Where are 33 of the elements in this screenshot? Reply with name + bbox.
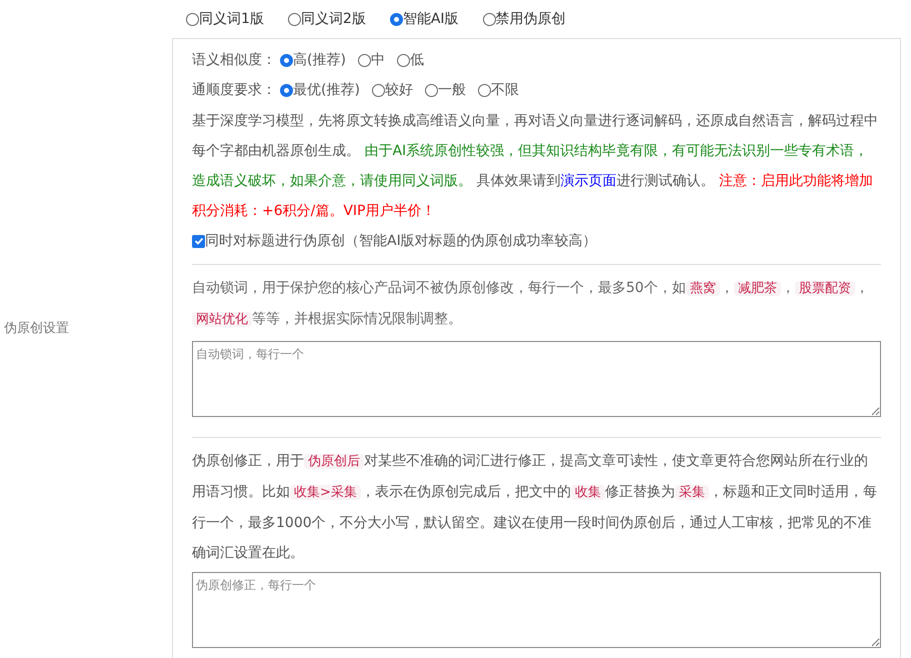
radio-label[interactable]: 一般 bbox=[438, 80, 466, 100]
radio-label[interactable]: 同义词2版 bbox=[300, 8, 366, 30]
radio-button[interactable] bbox=[390, 12, 403, 26]
radio-label[interactable]: 中 bbox=[370, 50, 385, 70]
radio-label[interactable]: 不限 bbox=[490, 80, 519, 100]
radio-button[interactable] bbox=[280, 54, 293, 66]
radio-button[interactable] bbox=[372, 84, 385, 96]
radio-button[interactable] bbox=[396, 54, 410, 66]
radio-label[interactable]: 禁用伪原创 bbox=[496, 8, 566, 30]
radio-button[interactable] bbox=[482, 12, 496, 26]
option-label: 通顺度要求： bbox=[192, 80, 276, 100]
radio-label[interactable]: 较好 bbox=[384, 80, 413, 100]
checkbox-label[interactable]: 同时对标题进行伪原创（智能AI版对标题的伪原创成功率较高） bbox=[205, 230, 597, 252]
radio-label[interactable]: 智能AI版 bbox=[402, 8, 459, 30]
radio-button[interactable] bbox=[280, 84, 293, 96]
checkbox[interactable] bbox=[192, 234, 205, 248]
radio-label[interactable]: 高(推荐) bbox=[293, 50, 346, 70]
option-label: 语义相似度： bbox=[192, 50, 276, 70]
lock-words-field[interactable]: 自动锁词，每行一个 bbox=[192, 341, 881, 417]
radio-label[interactable]: 低 bbox=[410, 50, 424, 70]
ai-description: 基于深度学习模型，先将原文转换成高维语义向量，再对语义向量进行逐词解码，还原成自然语言，解码过程中每个字都由机器原创生成。 由于AI系统原创性较强，但其知识结构毕竟有限，有可能无法识别一些专有术语，造成语义破坏，如果介意，请使用同义词版。 具体效果请到演示页面进行测试确认。 注意：启用此功能将增加积分消耗：+6积分/篇。VIP用户半价！ bbox=[192, 112, 879, 221]
radio-button[interactable] bbox=[288, 12, 301, 26]
demo-page-link[interactable]: 演示页面 bbox=[560, 173, 616, 189]
radio-button[interactable] bbox=[186, 12, 199, 26]
radio-label[interactable]: 最优(推荐) bbox=[293, 80, 360, 100]
correction-description: 伪原创修正，用于 伪原创后 对某些不准确的词汇进行修正，提高文章可读性，使文章更符合您网站所在行业的用语习惯。比如 收集>采集 ，表示在伪原创完成后，把文中的 收集 修正替换为 采集 ，标题和正文同时适用，每行一个，最多1000个，不分大小写，默认留空。建议在使用一段时间伪原创后，通过人工审核，把常见的不准确词汇设置在此。 bbox=[192, 452, 878, 563]
correction-field[interactable]: 伪原创修正，每行一个 bbox=[192, 572, 881, 648]
lock-description: 自动锁词，用于保护您的核心产品词不被伪原创修改，每行一个，最多50个，如 燕窝 ， 减肥茶 ， 股票配资 ， 网站优化 等等，并根据实际情况限制调整。 bbox=[192, 279, 870, 329]
radio-button[interactable] bbox=[424, 84, 438, 96]
radio-button[interactable] bbox=[358, 54, 371, 66]
radio-button[interactable] bbox=[478, 84, 491, 96]
radio-label[interactable]: 同义词1版 bbox=[199, 8, 264, 30]
section-label: 伪原创设置 bbox=[4, 321, 69, 336]
